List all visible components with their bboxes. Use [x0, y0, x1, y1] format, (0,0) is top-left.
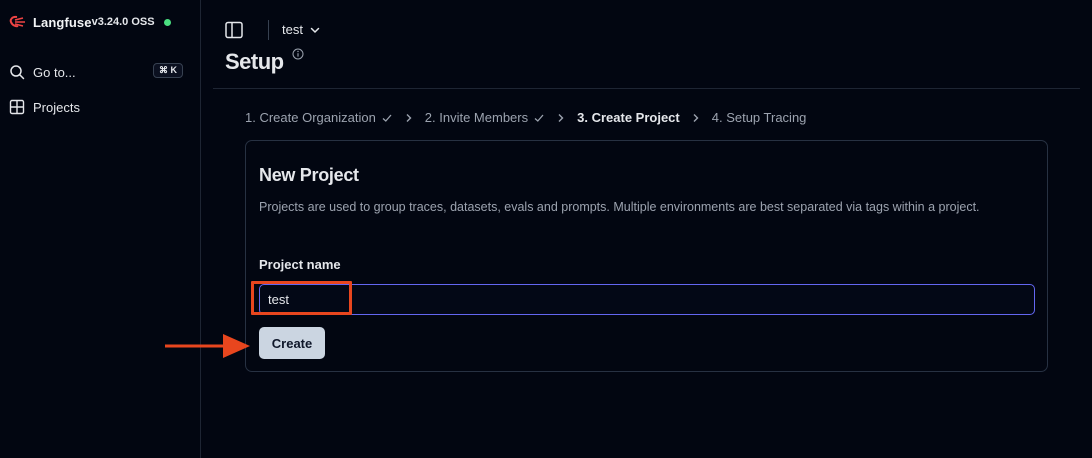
sidebar-toggle-icon[interactable]	[225, 21, 243, 39]
chevron-down-icon	[310, 27, 320, 33]
step-label: 1. Create Organization	[245, 110, 376, 125]
chevron-right-icon	[691, 113, 701, 123]
step-label: 4. Setup Tracing	[711, 110, 807, 125]
card-title: New Project	[259, 165, 359, 185]
project-name-label: Project name	[259, 257, 341, 272]
sidebar-item-label: Projects	[33, 99, 80, 115]
step-label: 3. Create Project	[577, 110, 680, 125]
step-setup-tracing: 4. Setup Tracing	[712, 110, 807, 125]
annotation-highlight-box	[251, 281, 352, 315]
step-label: 2. Invite Members	[424, 110, 529, 125]
step-create-organization: 1. Create Organization	[245, 110, 393, 125]
project-switcher[interactable]: test	[282, 22, 321, 37]
create-button[interactable]: Create	[259, 327, 325, 359]
page-title: Setup	[225, 49, 284, 74]
annotation-arrow-icon	[165, 334, 250, 358]
header-divider	[268, 20, 269, 40]
card-description: Projects are used to group traces, datas…	[259, 200, 980, 214]
brand-name: Langfuse	[33, 14, 92, 30]
step-invite-members: 2. Invite Members	[425, 110, 545, 125]
sidebar: Langfuse v3.24.0 OSS Go to... ⌘ K Projec…	[0, 0, 201, 458]
shortcut-badge: ⌘ K	[153, 63, 183, 78]
goto-search-button[interactable]: Go to... ⌘ K	[9, 60, 191, 84]
info-icon[interactable]	[292, 48, 304, 60]
status-dot-icon	[163, 18, 171, 26]
new-project-card: New Project Projects are used to group t…	[245, 140, 1048, 372]
header-divider-line	[213, 88, 1080, 89]
chevron-right-icon	[404, 113, 414, 123]
setup-steps-breadcrumb: 1. Create Organization 2. Invite Members…	[245, 110, 806, 125]
brand[interactable]: Langfuse v3.24.0 OSS	[9, 12, 189, 32]
langfuse-logo-icon	[9, 15, 25, 28]
project-switcher-label: test	[282, 22, 303, 37]
check-icon	[534, 114, 544, 122]
app-root: Langfuse v3.24.0 OSS Go to... ⌘ K Projec…	[0, 0, 1092, 458]
sidebar-item-projects[interactable]: Projects	[9, 95, 191, 119]
brand-version: v3.24.0 OSS	[91, 16, 155, 28]
goto-label: Go to...	[33, 64, 76, 80]
project-name-input[interactable]	[259, 284, 1035, 315]
check-icon	[382, 114, 392, 122]
search-icon	[9, 64, 25, 80]
grid-icon	[9, 99, 25, 115]
chevron-right-icon	[556, 113, 566, 123]
step-create-project: 3. Create Project	[577, 110, 680, 125]
